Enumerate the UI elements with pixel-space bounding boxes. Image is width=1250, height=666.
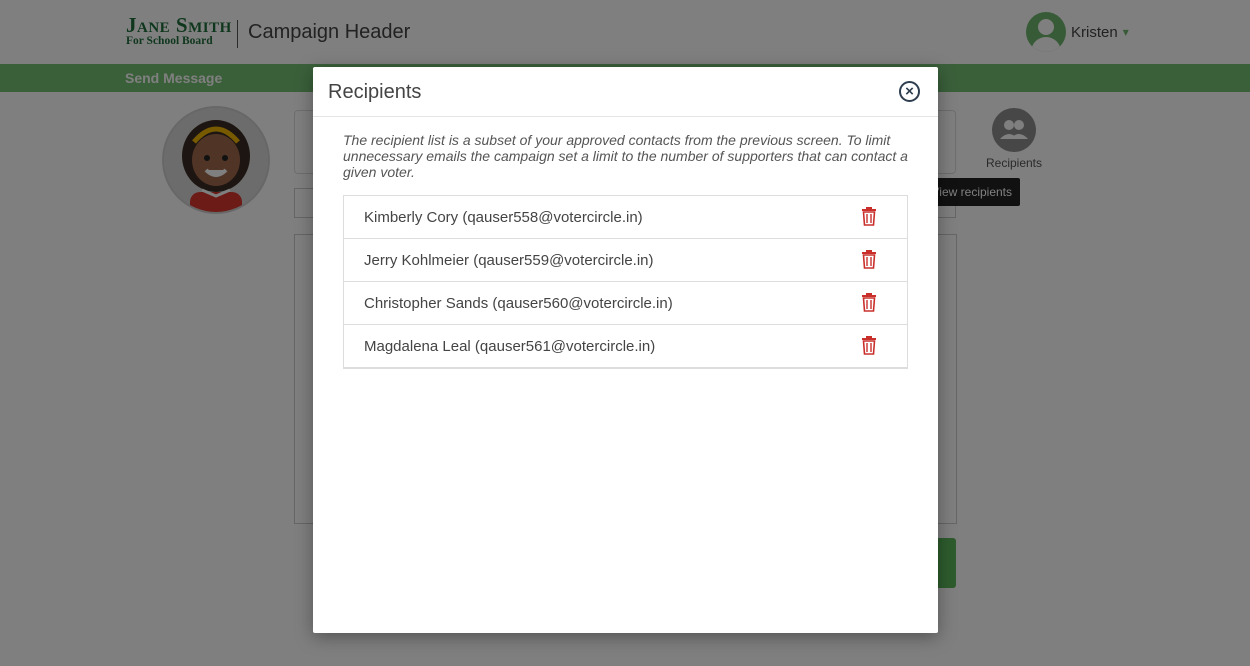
trash-icon[interactable]: [861, 336, 877, 355]
list-item: Magdalena Leal (qauser561@votercircle.in…: [344, 325, 907, 367]
modal-header: Recipients ×: [313, 67, 938, 117]
recipient-list: Kimberly Cory (qauser558@votercircle.in)…: [343, 195, 908, 369]
recipient-text: Christopher Sands (qauser560@votercircle…: [364, 295, 673, 312]
recipient-note: The recipient list is a subset of your a…: [343, 132, 908, 180]
recipients-modal: Recipients × The recipient list is a sub…: [313, 67, 938, 633]
trash-icon[interactable]: [861, 250, 877, 269]
list-item: Kimberly Cory (qauser558@votercircle.in): [344, 196, 907, 239]
modal-title: Recipients: [328, 81, 422, 103]
recipient-text: Kimberly Cory (qauser558@votercircle.in): [364, 209, 643, 226]
trash-icon[interactable]: [861, 293, 877, 312]
list-item: Christopher Sands (qauser560@votercircle…: [344, 282, 907, 325]
recipient-text: Jerry Kohlmeier (qauser559@votercircle.i…: [364, 252, 654, 269]
list-item: Jerry Kohlmeier (qauser559@votercircle.i…: [344, 239, 907, 282]
recipient-text: Magdalena Leal (qauser561@votercircle.in…: [364, 338, 656, 355]
close-icon[interactable]: ×: [899, 81, 920, 102]
trash-icon[interactable]: [861, 207, 877, 226]
